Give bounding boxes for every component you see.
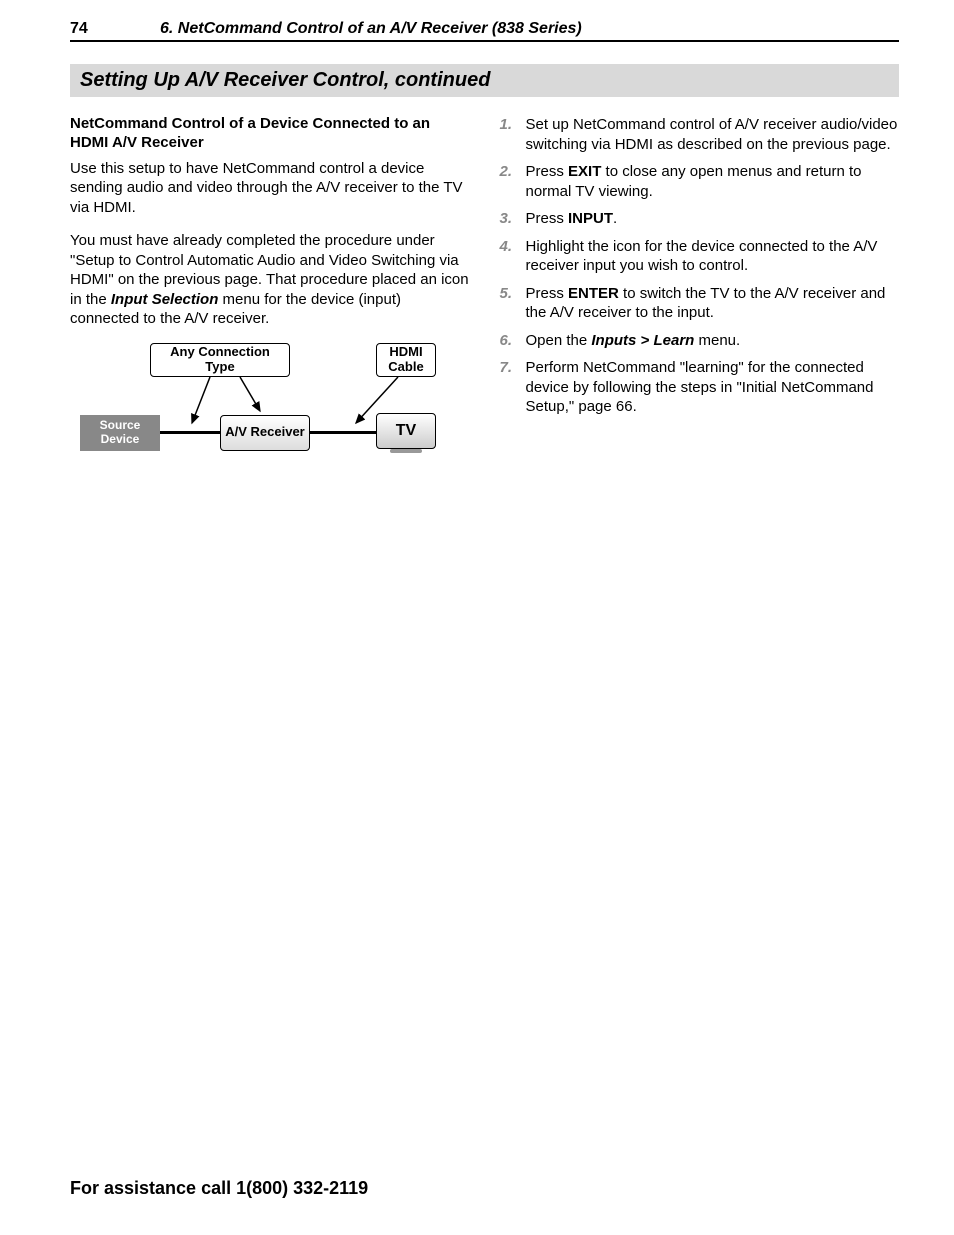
step-number: 3. bbox=[500, 209, 526, 229]
diagram-tv-box: TV bbox=[376, 413, 436, 449]
step-text: Set up NetCommand control of A/V receive… bbox=[526, 115, 900, 154]
step-text: Press INPUT. bbox=[526, 209, 900, 229]
text-a: Press bbox=[526, 163, 569, 180]
right-column: 1. Set up NetCommand control of A/V rece… bbox=[500, 115, 900, 463]
para2-bold: Input Selection bbox=[111, 291, 219, 308]
page-number: 74 bbox=[70, 20, 160, 38]
section-title: Setting Up A/V Receiver Control, continu… bbox=[80, 69, 889, 92]
connection-diagram: Any Connection Type HDMI Cable Source De… bbox=[80, 343, 460, 463]
step-number: 2. bbox=[500, 162, 526, 201]
step-5: 5. Press ENTER to switch the TV to the A… bbox=[500, 284, 900, 323]
sub-heading: NetCommand Control of a Device Connected… bbox=[70, 115, 470, 153]
key-exit: EXIT bbox=[568, 163, 601, 180]
step-text: Open the Inputs > Learn menu. bbox=[526, 331, 900, 351]
text-a: Press bbox=[526, 210, 569, 227]
text-b: . bbox=[613, 210, 617, 227]
step-number: 6. bbox=[500, 331, 526, 351]
text-b: menu. bbox=[694, 332, 740, 349]
step-6: 6. Open the Inputs > Learn menu. bbox=[500, 331, 900, 351]
paragraph-1: Use this setup to have NetCommand contro… bbox=[70, 159, 470, 218]
text-a: Press bbox=[526, 285, 569, 302]
diagram-tv-base bbox=[390, 449, 422, 453]
steps-list: 1. Set up NetCommand control of A/V rece… bbox=[500, 115, 900, 417]
step-2: 2. Press EXIT to close any open menus an… bbox=[500, 162, 900, 201]
page-header: 74 6. NetCommand Control of an A/V Recei… bbox=[70, 20, 899, 42]
diagram-source-device-box: Source Device bbox=[80, 415, 160, 451]
diagram-any-connection-box: Any Connection Type bbox=[150, 343, 290, 377]
paragraph-2: You must have already completed the proc… bbox=[70, 231, 470, 329]
step-number: 4. bbox=[500, 237, 526, 276]
step-3: 3. Press INPUT. bbox=[500, 209, 900, 229]
diagram-line-1 bbox=[158, 431, 222, 434]
content-columns: NetCommand Control of a Device Connected… bbox=[70, 115, 899, 463]
step-4: 4. Highlight the icon for the device con… bbox=[500, 237, 900, 276]
step-7: 7. Perform NetCommand "learning" for the… bbox=[500, 358, 900, 417]
chapter-title: 6. NetCommand Control of an A/V Receiver… bbox=[160, 20, 582, 38]
step-text: Press ENTER to switch the TV to the A/V … bbox=[526, 284, 900, 323]
menu-path: Inputs > Learn bbox=[591, 332, 694, 349]
step-number: 1. bbox=[500, 115, 526, 154]
diagram-hdmi-cable-box: HDMI Cable bbox=[376, 343, 436, 377]
step-text: Press EXIT to close any open menus and r… bbox=[526, 162, 900, 201]
diagram-av-receiver-box: A/V Receiver bbox=[220, 415, 310, 451]
step-text: Perform NetCommand "learning" for the co… bbox=[526, 358, 900, 417]
diagram-line-2 bbox=[308, 431, 378, 434]
text-a: Open the bbox=[526, 332, 592, 349]
step-number: 7. bbox=[500, 358, 526, 417]
step-text: Highlight the icon for the device connec… bbox=[526, 237, 900, 276]
section-title-bar: Setting Up A/V Receiver Control, continu… bbox=[70, 64, 899, 97]
footer-assistance: For assistance call 1(800) 332-2119 bbox=[70, 1178, 368, 1199]
step-1: 1. Set up NetCommand control of A/V rece… bbox=[500, 115, 900, 154]
step-number: 5. bbox=[500, 284, 526, 323]
left-column: NetCommand Control of a Device Connected… bbox=[70, 115, 470, 463]
key-input: INPUT bbox=[568, 210, 613, 227]
key-enter: ENTER bbox=[568, 285, 619, 302]
